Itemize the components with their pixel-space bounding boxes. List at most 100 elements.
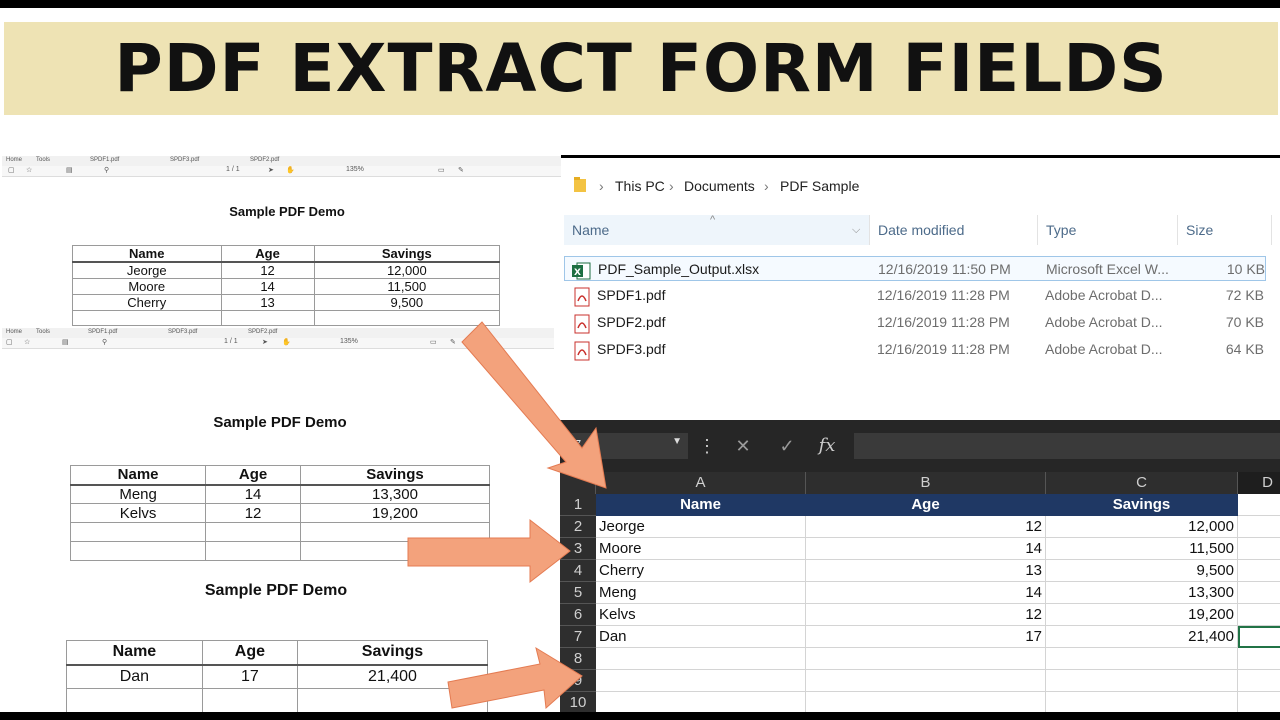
form-field[interactable]: 19,200 — [299, 503, 491, 523]
form-field[interactable] — [299, 541, 491, 561]
pdf-tab-home[interactable]: Home — [6, 157, 22, 163]
row-header[interactable]: 1 — [560, 494, 596, 516]
pdf-tab-file[interactable]: SPDF3.pdf — [168, 329, 197, 335]
row-header[interactable]: 2 — [560, 516, 596, 538]
select-icon[interactable]: ➤ — [262, 338, 268, 346]
cell[interactable] — [806, 670, 1046, 692]
pdf-tab-tools[interactable]: Tools — [36, 329, 50, 335]
column-header-type[interactable]: Type — [1038, 215, 1178, 245]
cell[interactable] — [1238, 648, 1280, 670]
cell[interactable] — [1238, 560, 1280, 582]
row-header[interactable]: 10 — [560, 692, 596, 712]
hand-icon[interactable]: ✋ — [282, 338, 291, 346]
cell[interactable] — [1238, 538, 1280, 560]
form-field[interactable] — [69, 522, 207, 542]
star-icon[interactable]: ☆ — [24, 338, 30, 346]
more-options-icon[interactable]: ⋮ — [692, 433, 722, 459]
cell[interactable]: Moore — [596, 538, 806, 560]
form-field[interactable] — [205, 522, 301, 542]
pdf-tab-home[interactable]: Home — [6, 329, 22, 335]
form-field[interactable] — [66, 688, 203, 712]
cell[interactable]: 12 — [806, 604, 1046, 626]
pdf-tab-file[interactable]: SPDF1.pdf — [88, 329, 117, 335]
column-header-size[interactable]: Size — [1178, 215, 1272, 245]
cell[interactable]: Jeorge — [596, 516, 806, 538]
cell[interactable] — [806, 692, 1046, 712]
file-row[interactable]: SPDF2.pdf 12/16/2019 11:28 PM Adobe Acro… — [564, 310, 1266, 335]
cell[interactable] — [596, 692, 806, 712]
cell[interactable]: 17 — [806, 626, 1046, 648]
cell[interactable]: Name — [596, 494, 806, 516]
form-field[interactable]: Moore — [72, 278, 222, 295]
cell[interactable] — [1046, 692, 1238, 712]
cell[interactable] — [1238, 692, 1280, 712]
breadcrumb-item[interactable]: Documents — [684, 178, 755, 194]
row-header[interactable]: 3 — [560, 538, 596, 560]
cell[interactable]: Savings — [1046, 494, 1238, 516]
column-header-date[interactable]: Date modified — [870, 215, 1038, 245]
column-header[interactable]: B — [806, 472, 1046, 494]
column-header[interactable]: A — [596, 472, 806, 494]
column-header[interactable]: C — [1046, 472, 1238, 494]
cell[interactable]: Cherry — [596, 560, 806, 582]
cell[interactable] — [1238, 626, 1280, 648]
zoom-level[interactable]: 135% — [340, 338, 358, 345]
comment-icon[interactable]: ▭ — [438, 166, 445, 174]
address-bar[interactable]: › This PC › Documents › PDF Sample — [561, 172, 1280, 198]
cell[interactable]: 19,200 — [1046, 604, 1238, 626]
breadcrumb-item[interactable]: This PC — [615, 178, 665, 194]
row-header[interactable]: 4 — [560, 560, 596, 582]
form-field[interactable] — [72, 310, 222, 326]
cell[interactable] — [596, 648, 806, 670]
page-indicator[interactable]: 1 / 1 — [226, 166, 240, 173]
cell[interactable] — [1046, 670, 1238, 692]
cell[interactable]: 13 — [806, 560, 1046, 582]
pen-icon[interactable]: ✎ — [450, 338, 456, 346]
form-field[interactable]: Cherry — [72, 294, 222, 311]
save-icon[interactable]: ▢ — [6, 338, 13, 346]
zoom-level[interactable]: 135% — [346, 166, 364, 173]
cell[interactable] — [1046, 648, 1238, 670]
select-icon[interactable]: ➤ — [268, 166, 274, 174]
enter-icon[interactable]: ✓ — [772, 433, 802, 459]
form-field[interactable]: 12,000 — [313, 261, 501, 279]
hand-icon[interactable]: ✋ — [286, 166, 295, 174]
cell[interactable] — [596, 670, 806, 692]
pdf-tab-file[interactable]: SPDF2.pdf — [250, 157, 279, 163]
row-header[interactable]: 8 — [560, 648, 596, 670]
column-header[interactable]: D — [1238, 472, 1280, 494]
cell[interactable]: 12 — [806, 516, 1046, 538]
pdf-tab-tools[interactable]: Tools — [36, 157, 50, 163]
form-field[interactable]: Jeorge — [72, 261, 222, 279]
form-field[interactable] — [69, 541, 207, 561]
cancel-icon[interactable]: ✕ — [728, 433, 758, 459]
form-field[interactable]: 12 — [220, 261, 315, 279]
form-field[interactable]: 21,400 — [296, 664, 489, 689]
pdf-tab-file[interactable]: SPDF1.pdf — [90, 157, 119, 163]
form-field[interactable]: Kelvs — [69, 503, 207, 523]
cell[interactable]: 14 — [806, 538, 1046, 560]
row-header[interactable]: 7 — [560, 626, 596, 648]
row-header[interactable]: 5 — [560, 582, 596, 604]
pdf-tab-file[interactable]: SPDF3.pdf — [170, 157, 199, 163]
form-field[interactable]: 9,500 — [313, 294, 501, 311]
name-box[interactable]: 7 ▼ — [568, 433, 688, 459]
form-field[interactable]: Dan — [66, 664, 203, 689]
file-row[interactable]: SPDF3.pdf 12/16/2019 11:28 PM Adobe Acro… — [564, 337, 1266, 362]
cell[interactable]: 13,300 — [1046, 582, 1238, 604]
star-icon[interactable]: ☆ — [26, 166, 32, 174]
pen-icon[interactable]: ✎ — [458, 166, 464, 174]
cell[interactable] — [806, 648, 1046, 670]
cell[interactable]: Age — [806, 494, 1046, 516]
form-field[interactable]: 12 — [205, 503, 301, 523]
form-field[interactable]: 11,500 — [313, 278, 501, 295]
save-icon[interactable]: ▢ — [8, 166, 15, 174]
page-indicator[interactable]: 1 / 1 — [224, 338, 238, 345]
cell[interactable]: 14 — [806, 582, 1046, 604]
cell[interactable] — [1238, 670, 1280, 692]
search-icon[interactable]: ⚲ — [102, 338, 107, 346]
cell[interactable]: Dan — [596, 626, 806, 648]
form-field[interactable]: 13,300 — [299, 484, 491, 504]
form-field[interactable]: Meng — [69, 484, 207, 504]
breadcrumb-item[interactable]: PDF Sample — [780, 178, 859, 194]
